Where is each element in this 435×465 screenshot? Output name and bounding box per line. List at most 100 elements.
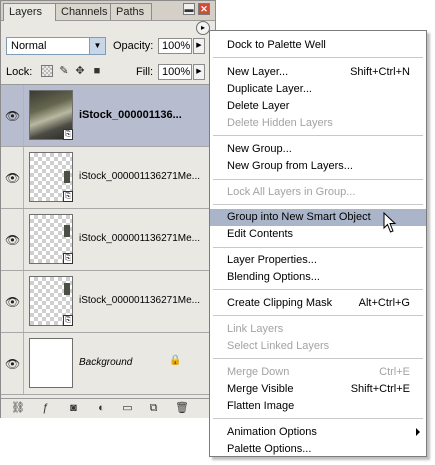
smart-object-icon: ⎘: [63, 315, 73, 326]
layer-row[interactable]: 👁 ⎘ iStock_000001136271Me...: [1, 271, 215, 333]
menu-item-create-clipping-mask[interactable]: Create Clipping Mask Alt+Ctrl+G: [210, 295, 426, 312]
lock-all-icon[interactable]: ■: [91, 65, 103, 77]
fill-label: Fill:: [136, 66, 154, 78]
visibility-cell[interactable]: 👁: [1, 85, 24, 146]
eye-icon[interactable]: 👁: [5, 295, 20, 309]
opacity-field[interactable]: 100%: [158, 38, 192, 54]
visibility-cell[interactable]: 👁: [1, 209, 24, 270]
minimize-button[interactable]: ▬: [183, 3, 195, 15]
visibility-cell[interactable]: 👁: [1, 147, 24, 208]
menu-item-dock-to-palette-well[interactable]: Dock to Palette Well: [210, 37, 426, 54]
menu-item-label: Create Clipping Mask: [227, 297, 333, 309]
blend-mode-select[interactable]: Normal ▼: [6, 37, 106, 55]
lock-position-icon[interactable]: ✥: [74, 65, 86, 77]
layer-name[interactable]: iStock_000001136...: [79, 109, 212, 121]
close-button[interactable]: ✕: [198, 3, 210, 15]
layer-thumbnail: ⎘: [29, 276, 73, 326]
layers-list: 👁 ⎘ iStock_000001136... 👁 ⎘ iStock_00000…: [1, 84, 215, 399]
menu-item-layer-properties[interactable]: Layer Properties...: [210, 252, 426, 269]
layers-palette-menu: Dock to Palette Well New Layer... Shift+C…: [209, 30, 427, 457]
menu-separator: [213, 315, 423, 316]
layer-name[interactable]: iStock_000001136271Me...: [79, 171, 212, 182]
layer-row[interactable]: 👁 ⎘ iStock_000001136271Me...: [1, 147, 215, 209]
layer-mask-icon[interactable]: ◙: [67, 402, 80, 415]
menu-item-duplicate-layer[interactable]: Duplicate Layer...: [210, 81, 426, 98]
layer-name[interactable]: Background: [79, 357, 212, 368]
visibility-cell[interactable]: 👁: [1, 271, 24, 332]
menu-item-new-layer[interactable]: New Layer... Shift+Ctrl+N: [210, 64, 426, 81]
layer-thumbnail-figure: [64, 283, 70, 295]
menu-item-shortcut: Shift+Ctrl+N: [350, 66, 410, 78]
palette-bottom-bar: ⛓ ƒ ◙ ◐ ▭ ⧉ 🗑: [1, 398, 215, 418]
menu-item-label: Flatten Image: [227, 400, 295, 412]
menu-item-label: Lock All Layers in Group...: [227, 186, 356, 198]
layer-row[interactable]: 👁 ⎘ iStock_000001136...: [1, 85, 215, 147]
link-layers-icon[interactable]: ⛓: [11, 402, 25, 415]
menu-item-merge-down: Merge Down Ctrl+E: [210, 364, 426, 381]
tab-paths[interactable]: Paths: [110, 3, 152, 20]
menu-item-new-group[interactable]: New Group...: [210, 141, 426, 158]
lock-row: Lock: ✎ ✥ ■ Fill: 100% ▶: [1, 61, 215, 83]
menu-separator: [213, 418, 423, 419]
adjustment-layer-icon[interactable]: ◐: [95, 402, 108, 415]
menu-item-label: Delete Layer: [227, 100, 290, 112]
eye-icon[interactable]: 👁: [5, 109, 20, 123]
smart-object-icon: ⎘: [63, 129, 73, 140]
menu-separator: [213, 247, 423, 248]
layer-thumbnail: [29, 338, 73, 388]
lock-icon: 🔒: [169, 355, 182, 366]
menu-item-palette-options[interactable]: Palette Options...: [210, 441, 426, 456]
menu-item-label: Palette Options...: [227, 443, 312, 455]
chevron-down-icon[interactable]: ▼: [89, 38, 105, 54]
eye-icon[interactable]: 👁: [5, 171, 20, 185]
menu-item-shortcut: Alt+Ctrl+G: [358, 297, 410, 309]
menu-item-label: New Layer...: [227, 66, 289, 78]
menu-item-lock-all-layers-in-group: Lock All Layers in Group...: [210, 184, 426, 201]
smart-object-icon: ⎘: [63, 191, 73, 202]
menu-item-shortcut: Ctrl+E: [379, 366, 410, 378]
menu-item-label: Blending Options...: [227, 271, 320, 283]
visibility-cell[interactable]: 👁: [1, 333, 24, 394]
fill-field[interactable]: 100%: [158, 64, 192, 80]
lock-label: Lock:: [6, 66, 33, 78]
fill-slider-button[interactable]: ▶: [193, 64, 205, 80]
trash-icon[interactable]: 🗑: [175, 402, 189, 415]
opacity-slider-button[interactable]: ▶: [193, 38, 205, 54]
new-layer-icon[interactable]: ⧉: [147, 402, 160, 415]
menu-separator: [213, 289, 423, 290]
layer-name[interactable]: iStock_000001136271Me...: [79, 295, 212, 306]
layer-thumbnail-figure: [64, 225, 70, 237]
lock-image-pixels-icon[interactable]: ✎: [58, 65, 70, 77]
menu-item-label: Merge Down: [227, 366, 290, 378]
eye-icon[interactable]: 👁: [5, 233, 20, 247]
new-group-icon[interactable]: ▭: [121, 402, 134, 415]
menu-item-link-layers: Link Layers: [210, 321, 426, 338]
layer-row[interactable]: 👁 ⎘ iStock_000001136271Me...: [1, 209, 215, 271]
menu-item-delete-hidden-layers: Delete Hidden Layers: [210, 115, 426, 132]
palette-tab-bar: Layers Channels Paths ▬ ✕: [1, 1, 215, 21]
layer-style-icon[interactable]: ƒ: [39, 402, 52, 415]
menu-item-label: New Group from Layers...: [227, 160, 353, 172]
menu-separator: [213, 358, 423, 359]
menu-item-flatten-image[interactable]: Flatten Image: [210, 398, 426, 415]
palette-menu-button[interactable]: ▸: [196, 21, 210, 35]
layer-row[interactable]: 👁 Background 🔒: [1, 333, 215, 395]
menu-item-delete-layer[interactable]: Delete Layer: [210, 98, 426, 115]
menu-item-animation-options[interactable]: Animation Options: [210, 424, 426, 441]
menu-item-label: Select Linked Layers: [227, 340, 330, 352]
lock-transparent-pixels-icon[interactable]: [41, 65, 53, 77]
menu-item-label: Duplicate Layer...: [227, 83, 312, 95]
layer-thumbnail: ⎘: [29, 90, 73, 140]
layer-name[interactable]: iStock_000001136271Me...: [79, 233, 212, 244]
eye-icon[interactable]: 👁: [5, 357, 20, 371]
menu-separator: [213, 179, 423, 180]
menu-item-label: Animation Options: [227, 426, 317, 438]
menu-item-label: Delete Hidden Layers: [227, 117, 333, 129]
menu-item-new-group-from-layers[interactable]: New Group from Layers...: [210, 158, 426, 175]
tab-layers[interactable]: Layers: [3, 3, 56, 21]
tab-channels[interactable]: Channels: [55, 3, 111, 20]
menu-separator: [213, 57, 423, 58]
layer-thumbnail: ⎘: [29, 152, 73, 202]
menu-item-blending-options[interactable]: Blending Options...: [210, 269, 426, 286]
menu-item-merge-visible[interactable]: Merge Visible Shift+Ctrl+E: [210, 381, 426, 398]
